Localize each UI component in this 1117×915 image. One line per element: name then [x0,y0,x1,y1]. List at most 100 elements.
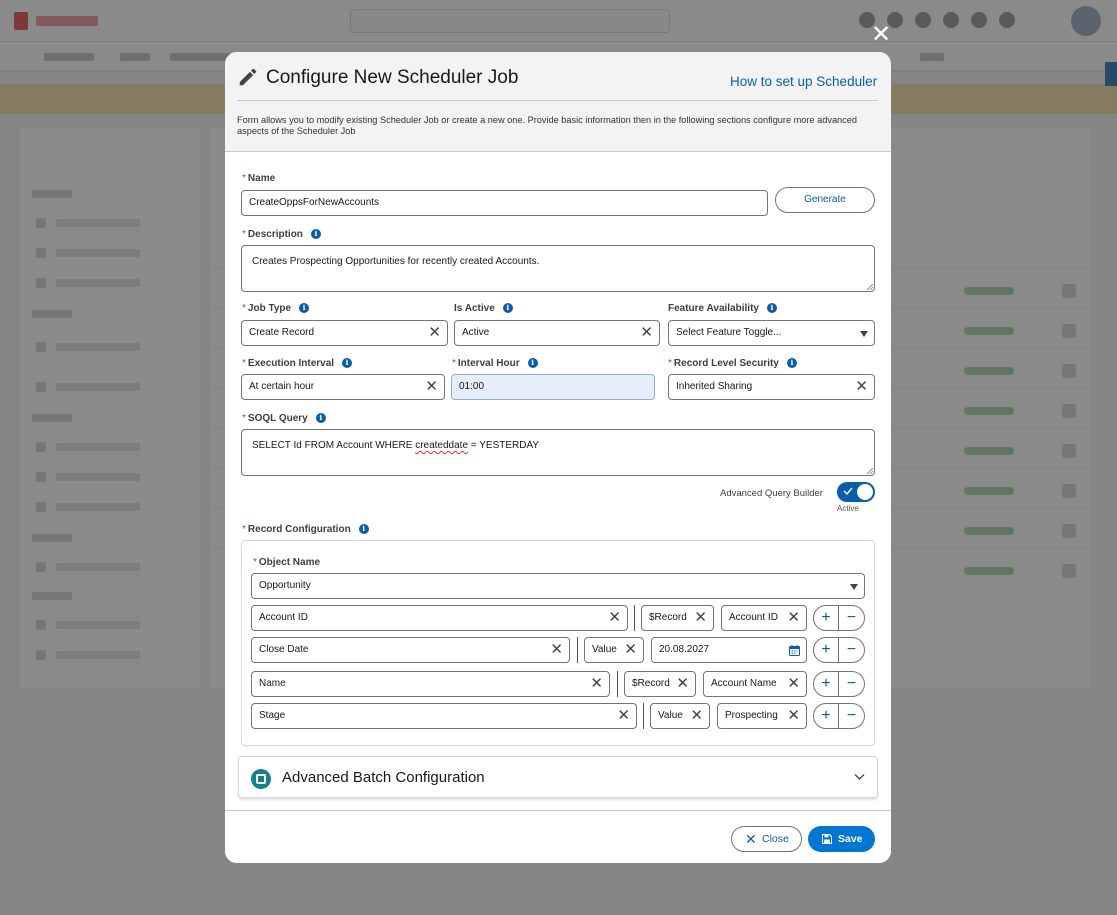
record-level-security-select[interactable]: Inherited Sharing ✕ [668,374,875,400]
clear-icon[interactable]: ✕ [787,606,800,630]
row-divider [643,703,644,729]
row-divider [577,637,578,663]
clear-icon[interactable]: ✕ [676,672,689,696]
clear-icon[interactable]: ✕ [590,672,603,696]
mapping-type-select[interactable]: $Record ✕ [641,605,714,631]
row-divider [634,605,635,631]
description-textarea[interactable]: Creates Prospecting Opportunities for re… [241,245,875,292]
scheduler-job-modal: Configure New Scheduler Job How to set u… [225,52,891,863]
clear-icon[interactable]: ✕ [855,375,868,399]
advanced-batch-accordion[interactable]: Advanced Batch Configuration [238,756,878,798]
row-divider [617,671,618,697]
advanced-query-builder-toggle[interactable] [837,482,875,502]
feature-toggle-select[interactable]: Select Feature Toggle... [668,320,875,346]
check-icon [843,487,853,496]
info-icon[interactable]: i [766,303,777,313]
mapping-type-select[interactable]: Value ✕ [650,703,710,729]
row-add-remove: + − [813,605,865,631]
description-label: * Description i [242,229,321,240]
clear-icon[interactable]: ✕ [425,375,438,399]
chevron-down-icon[interactable] [860,331,868,337]
job-type-select[interactable]: Create Record ✕ [241,320,448,346]
batch-icon [251,769,271,789]
info-icon[interactable]: i [315,413,326,423]
date-input[interactable]: 20.08.2027 [651,637,807,663]
mapping-value-select[interactable]: Account ID ✕ [721,605,807,631]
clear-icon[interactable]: ✕ [690,704,703,728]
interval-hour-label: * Interval Hour i [452,358,538,369]
object-name-label: * Object Name [253,557,321,568]
mapping-value-select[interactable]: Account Name ✕ [703,671,807,697]
record-level-security-label: * Record Level Security i [668,358,797,369]
chevron-down-icon [854,774,865,780]
resize-grip-icon[interactable] [866,283,873,290]
interval-hour-input[interactable]: 01:00 [451,374,655,400]
record-configuration-label: * Record Configuration i [242,524,369,535]
info-icon[interactable]: i [310,229,321,239]
mapping-field-select[interactable]: Account ID ✕ [251,605,628,631]
row-add-remove: + − [813,637,865,663]
is-active-select[interactable]: Active ✕ [454,320,660,346]
info-icon[interactable]: i [299,303,310,313]
info-icon[interactable]: i [502,303,513,313]
clear-icon[interactable]: ✕ [608,606,621,630]
row-add-remove: + − [813,671,865,697]
clear-icon[interactable]: ✕ [694,606,707,630]
remove-row-button[interactable]: − [839,606,864,630]
help-link[interactable]: How to set up Scheduler [730,74,877,89]
name-input[interactable]: CreateOppsForNewAccounts [241,190,768,216]
execution-interval-select[interactable]: At certain hour ✕ [241,374,445,400]
soql-query-label: * SOQL Query i [242,413,326,424]
clear-icon[interactable]: ✕ [787,704,800,728]
clear-icon[interactable]: ✕ [617,704,630,728]
save-button[interactable]: Save [808,826,875,852]
close-button[interactable]: ✕ Close [731,826,802,852]
remove-row-button[interactable]: − [839,638,864,662]
modal-title: Configure New Scheduler Job [266,67,519,88]
info-icon[interactable]: i [527,358,538,368]
mapping-field-select[interactable]: Stage ✕ [251,703,637,729]
advanced-batch-title: Advanced Batch Configuration [282,769,485,786]
add-row-button[interactable]: + [814,672,839,696]
mapping-type-select[interactable]: Value ✕ [584,637,644,663]
soql-query-textarea[interactable]: SELECT Id FROM Account WHERE createddate… [241,429,875,476]
clear-icon[interactable]: ✕ [787,672,800,696]
generate-button[interactable]: Generate [775,187,875,213]
add-row-button[interactable]: + [814,606,839,630]
clear-icon[interactable]: ✕ [640,321,653,345]
modal-description: Form allows you to modify existing Sched… [237,115,857,136]
close-icon: ✕ [745,831,757,847]
calendar-icon[interactable] [789,645,800,656]
save-icon [822,834,832,844]
toggle-state-label: Active [837,504,859,513]
info-icon[interactable]: i [342,358,353,368]
add-row-button[interactable]: + [814,638,839,662]
execution-interval-label: * Execution Interval i [242,358,353,369]
add-row-button[interactable]: + [814,704,839,728]
name-label: * Name [242,173,276,184]
advanced-query-builder-label: Advanced Query Builder [720,488,823,499]
mapping-field-select[interactable]: Name ✕ [251,671,610,697]
chevron-down-icon[interactable] [850,584,858,590]
feature-availability-label: Feature Availability i [668,303,777,314]
header-divider [237,100,878,101]
pencil-icon [239,68,257,86]
modal-header: Configure New Scheduler Job How to set u… [225,52,891,152]
is-active-label: Is Active i [454,303,513,314]
remove-row-button[interactable]: − [839,704,864,728]
modal-footer: ✕ Close Save [225,810,891,863]
remove-row-button[interactable]: − [839,672,864,696]
info-icon[interactable]: i [786,358,797,368]
mapping-field-select[interactable]: Close Date ✕ [251,637,570,663]
mapping-value-select[interactable]: Prospecting ✕ [717,703,807,729]
modal-close-icon[interactable]: ✕ [870,23,892,47]
clear-icon[interactable]: ✕ [550,638,563,662]
clear-icon[interactable]: ✕ [428,321,441,345]
resize-grip-icon[interactable] [866,467,873,474]
row-add-remove: + − [813,703,865,729]
mapping-type-select[interactable]: $Record ✕ [624,671,696,697]
object-name-select[interactable]: Opportunity [251,573,865,599]
info-icon[interactable]: i [358,524,369,534]
clear-icon[interactable]: ✕ [624,638,637,662]
job-type-label: * Job Type i [242,303,310,314]
